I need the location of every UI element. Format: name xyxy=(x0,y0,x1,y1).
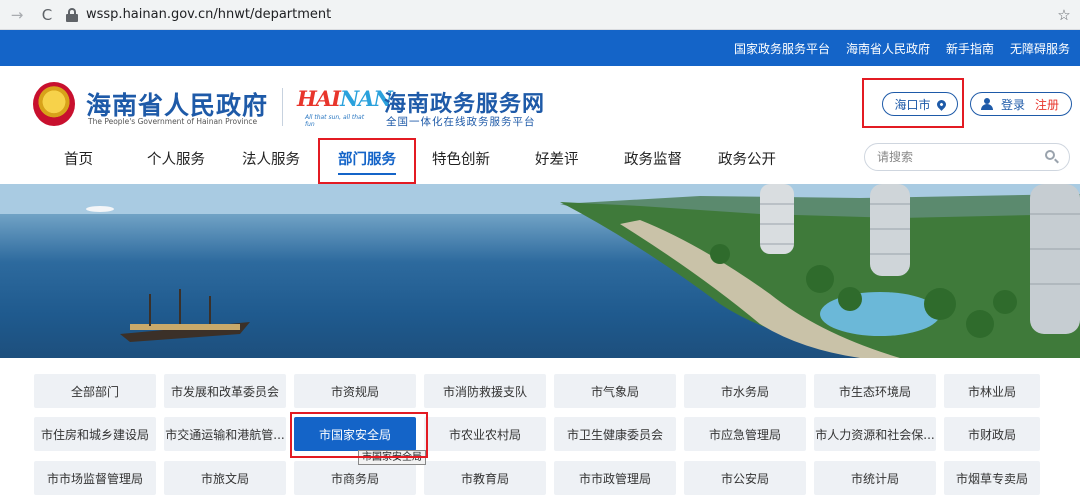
national-emblem-icon[interactable]: ★ xyxy=(33,82,75,126)
department-button[interactable]: 市烟草专卖局 xyxy=(944,461,1040,495)
nav-evaluation[interactable]: 好差评 xyxy=(535,148,579,169)
department-button[interactable]: 市商务局 xyxy=(294,461,416,495)
department-button[interactable]: 市林业局 xyxy=(944,374,1040,408)
topbar-link-national-platform[interactable]: 国家政务服务平台 xyxy=(734,40,830,57)
hainan-logo-tagline: All that sun, all that fun xyxy=(305,114,365,128)
hainan-logo[interactable]: HAINAN All that sun, all that fun xyxy=(297,86,393,128)
url-text: wssp.hainan.gov.cn/hnwt/department xyxy=(86,7,332,22)
department-button[interactable]: 市发展和改革委员会 xyxy=(164,374,286,408)
bookmark-star-icon[interactable]: ☆ xyxy=(1052,6,1076,24)
search-input[interactable] xyxy=(877,150,1037,164)
address-bar[interactable]: wssp.hainan.gov.cn/hnwt/department xyxy=(66,3,1052,27)
department-button[interactable]: 市市政管理局 xyxy=(554,461,676,495)
gov-subtitle: The People's Government of Hainan Provin… xyxy=(88,117,258,126)
login-link[interactable]: 登录 xyxy=(1001,96,1025,113)
department-button[interactable]: 市应急管理局 xyxy=(684,417,806,451)
department-button[interactable]: 市交通运输和港航管... xyxy=(164,417,286,451)
nav-featured-innovation[interactable]: 特色创新 xyxy=(432,148,490,169)
department-button[interactable]: 市市场监督管理局 xyxy=(34,461,156,495)
login-register-box: 登录 注册 xyxy=(970,92,1072,116)
browser-toolbar: → C wssp.hainan.gov.cn/hnwt/department ☆ xyxy=(0,0,1080,30)
coastal-scene-image xyxy=(0,184,1080,358)
department-button[interactable]: 市公安局 xyxy=(684,461,806,495)
hero-banner xyxy=(0,184,1080,358)
search-box xyxy=(864,143,1070,171)
department-button[interactable]: 市水务局 xyxy=(684,374,806,408)
topbar-link-provincial-gov[interactable]: 海南省人民政府 xyxy=(846,40,930,57)
nav-home[interactable]: 首页 xyxy=(64,148,93,169)
annotation-box-dept xyxy=(290,412,428,458)
lock-icon xyxy=(66,7,78,22)
header-divider xyxy=(282,88,283,126)
department-button[interactable]: 市生态环境局 xyxy=(814,374,936,408)
department-button[interactable]: 市旅文局 xyxy=(164,461,286,495)
reload-icon[interactable]: C xyxy=(36,6,58,24)
top-links-bar: 国家政务服务平台 海南省人民政府 新手指南 无障碍服务 xyxy=(0,30,1080,66)
department-button[interactable]: 市消防救援支队 xyxy=(424,374,546,408)
department-button[interactable]: 市卫生健康委员会 xyxy=(554,417,676,451)
annotation-box-city xyxy=(862,78,964,128)
topbar-link-beginner-guide[interactable]: 新手指南 xyxy=(946,40,994,57)
department-button[interactable]: 市气象局 xyxy=(554,374,676,408)
nav-supervision[interactable]: 政务监督 xyxy=(624,148,682,169)
service-subtitle: 全国一体化在线政务服务平台 xyxy=(386,116,536,128)
user-icon xyxy=(981,98,993,110)
annotation-box-nav xyxy=(318,138,416,184)
register-link[interactable]: 注册 xyxy=(1035,96,1059,113)
department-button[interactable]: 市教育局 xyxy=(424,461,546,495)
department-button[interactable]: 市统计局 xyxy=(814,461,936,495)
nav-personal-services[interactable]: 个人服务 xyxy=(147,148,205,169)
search-icon[interactable] xyxy=(1045,150,1059,164)
topbar-link-accessibility[interactable]: 无障碍服务 xyxy=(1010,40,1070,57)
nav-disclosure[interactable]: 政务公开 xyxy=(718,148,776,169)
department-button[interactable]: 市人力资源和社会保... xyxy=(814,417,936,451)
department-button[interactable]: 全部部门 xyxy=(34,374,156,408)
department-button[interactable]: 市住房和城乡建设局 xyxy=(34,417,156,451)
nav-corporate-services[interactable]: 法人服务 xyxy=(242,148,300,169)
hainan-logo-text: HAINAN xyxy=(297,86,393,111)
main-nav: 首页 个人服务 法人服务 部门服务 特色创新 好差评 政务监督 政务公开 xyxy=(0,142,1080,184)
department-button[interactable]: 市农业农村局 xyxy=(424,417,546,451)
department-button[interactable]: 市资规局 xyxy=(294,374,416,408)
forward-icon[interactable]: → xyxy=(6,6,28,24)
department-button[interactable]: 市财政局 xyxy=(944,417,1040,451)
